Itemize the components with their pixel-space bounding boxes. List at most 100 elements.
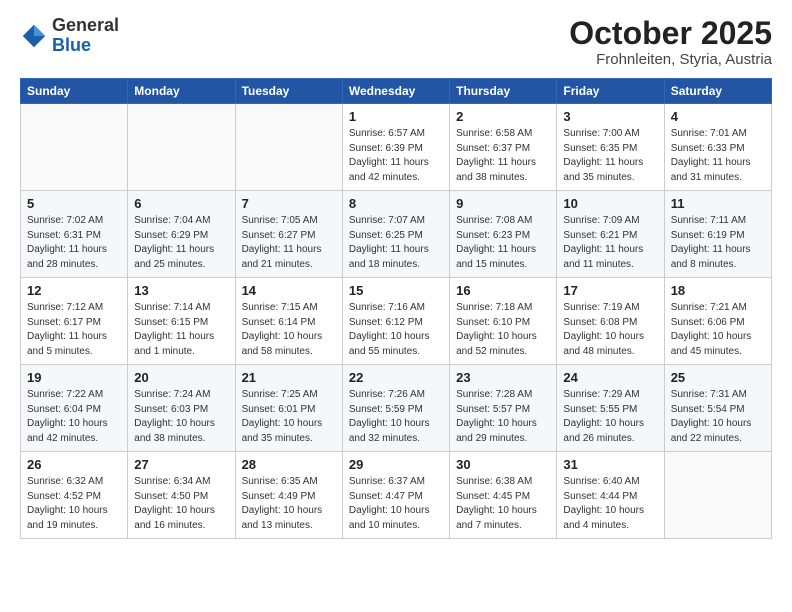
calendar-cell: 21 Sunrise: 7:25 AM Sunset: 6:01 PM Dayli… [235, 365, 342, 452]
day-number: 2 [456, 109, 550, 124]
calendar-cell: 22 Sunrise: 7:26 AM Sunset: 5:59 PM Dayli… [342, 365, 449, 452]
day-info: Sunrise: 6:32 AM Sunset: 4:52 PM Dayligh… [27, 475, 121, 533]
day-info: Sunrise: 7:00 AM Sunset: 6:35 PM Dayligh… [563, 127, 657, 185]
day-headers-row: SundayMondayTuesdayWednesdayThursdayFrid… [21, 79, 772, 104]
calendar-cell: 18 Sunrise: 7:21 AM Sunset: 6:06 PM Dayli… [664, 278, 771, 365]
page: General Blue October 2025 Frohnleiten, S… [0, 0, 792, 555]
calendar-cell [128, 104, 235, 191]
day-number: 22 [349, 370, 443, 385]
week-row-4: 19 Sunrise: 7:22 AM Sunset: 6:04 PM Dayli… [21, 365, 772, 452]
day-number: 29 [349, 457, 443, 472]
calendar-cell: 11 Sunrise: 7:11 AM Sunset: 6:19 PM Dayli… [664, 191, 771, 278]
calendar-cell: 19 Sunrise: 7:22 AM Sunset: 6:04 PM Dayli… [21, 365, 128, 452]
day-number: 9 [456, 196, 550, 211]
day-number: 11 [671, 196, 765, 211]
calendar-cell: 29 Sunrise: 6:37 AM Sunset: 4:47 PM Dayli… [342, 452, 449, 539]
calendar-cell: 6 Sunrise: 7:04 AM Sunset: 6:29 PM Daylig… [128, 191, 235, 278]
day-info: Sunrise: 7:22 AM Sunset: 6:04 PM Dayligh… [27, 388, 121, 446]
calendar-cell: 3 Sunrise: 7:00 AM Sunset: 6:35 PM Daylig… [557, 104, 664, 191]
day-number: 12 [27, 283, 121, 298]
day-header-sunday: Sunday [21, 79, 128, 104]
day-number: 30 [456, 457, 550, 472]
day-number: 6 [134, 196, 228, 211]
day-header-monday: Monday [128, 79, 235, 104]
day-info: Sunrise: 7:28 AM Sunset: 5:57 PM Dayligh… [456, 388, 550, 446]
day-info: Sunrise: 7:19 AM Sunset: 6:08 PM Dayligh… [563, 301, 657, 359]
calendar-cell: 23 Sunrise: 7:28 AM Sunset: 5:57 PM Dayli… [450, 365, 557, 452]
day-number: 14 [242, 283, 336, 298]
day-info: Sunrise: 7:11 AM Sunset: 6:19 PM Dayligh… [671, 214, 765, 272]
day-number: 24 [563, 370, 657, 385]
day-header-friday: Friday [557, 79, 664, 104]
day-info: Sunrise: 6:57 AM Sunset: 6:39 PM Dayligh… [349, 127, 443, 185]
day-number: 17 [563, 283, 657, 298]
day-info: Sunrise: 6:34 AM Sunset: 4:50 PM Dayligh… [134, 475, 228, 533]
day-info: Sunrise: 7:26 AM Sunset: 5:59 PM Dayligh… [349, 388, 443, 446]
day-info: Sunrise: 6:38 AM Sunset: 4:45 PM Dayligh… [456, 475, 550, 533]
calendar-cell: 14 Sunrise: 7:15 AM Sunset: 6:14 PM Dayli… [235, 278, 342, 365]
day-info: Sunrise: 7:21 AM Sunset: 6:06 PM Dayligh… [671, 301, 765, 359]
week-row-5: 26 Sunrise: 6:32 AM Sunset: 4:52 PM Dayli… [21, 452, 772, 539]
day-number: 7 [242, 196, 336, 211]
title-block: October 2025 Frohnleiten, Styria, Austri… [569, 16, 772, 68]
day-header-tuesday: Tuesday [235, 79, 342, 104]
day-number: 20 [134, 370, 228, 385]
calendar-cell: 10Sunrise: 7:09 AM Sunset: 6:21 PM Dayli… [557, 191, 664, 278]
day-header-saturday: Saturday [664, 79, 771, 104]
day-number: 5 [27, 196, 121, 211]
calendar-cell: 4 Sunrise: 7:01 AM Sunset: 6:33 PM Daylig… [664, 104, 771, 191]
day-info: Sunrise: 7:16 AM Sunset: 6:12 PM Dayligh… [349, 301, 443, 359]
calendar-cell: 9Sunrise: 7:08 AM Sunset: 6:23 PM Daylig… [450, 191, 557, 278]
logo-icon [20, 22, 48, 50]
day-info: Sunrise: 7:25 AM Sunset: 6:01 PM Dayligh… [242, 388, 336, 446]
day-info: Sunrise: 7:24 AM Sunset: 6:03 PM Dayligh… [134, 388, 228, 446]
calendar-cell: 7 Sunrise: 7:05 AM Sunset: 6:27 PM Daylig… [235, 191, 342, 278]
day-info: Sunrise: 7:12 AM Sunset: 6:17 PM Dayligh… [27, 301, 121, 359]
day-info: Sunrise: 6:37 AM Sunset: 4:47 PM Dayligh… [349, 475, 443, 533]
day-number: 19 [27, 370, 121, 385]
day-number: 21 [242, 370, 336, 385]
calendar-cell [235, 104, 342, 191]
day-info: Sunrise: 7:04 AM Sunset: 6:29 PM Dayligh… [134, 214, 228, 272]
week-row-1: 1Sunrise: 6:57 AM Sunset: 6:39 PM Daylig… [21, 104, 772, 191]
day-number: 3 [563, 109, 657, 124]
calendar-cell: 8Sunrise: 7:07 AM Sunset: 6:25 PM Daylig… [342, 191, 449, 278]
calendar-cell: 27Sunrise: 6:34 AM Sunset: 4:50 PM Dayli… [128, 452, 235, 539]
day-number: 23 [456, 370, 550, 385]
day-info: Sunrise: 7:02 AM Sunset: 6:31 PM Dayligh… [27, 214, 121, 272]
calendar-cell: 24 Sunrise: 7:29 AM Sunset: 5:55 PM Dayli… [557, 365, 664, 452]
day-info: Sunrise: 7:09 AM Sunset: 6:21 PM Dayligh… [563, 214, 657, 272]
day-info: Sunrise: 7:15 AM Sunset: 6:14 PM Dayligh… [242, 301, 336, 359]
calendar-subtitle: Frohnleiten, Styria, Austria [569, 51, 772, 68]
day-number: 28 [242, 457, 336, 472]
calendar-cell: 25 Sunrise: 7:31 AM Sunset: 5:54 PM Dayli… [664, 365, 771, 452]
calendar-cell: 13Sunrise: 7:14 AM Sunset: 6:15 PM Dayli… [128, 278, 235, 365]
day-header-wednesday: Wednesday [342, 79, 449, 104]
day-number: 13 [134, 283, 228, 298]
logo-general: General [52, 16, 119, 36]
day-info: Sunrise: 7:01 AM Sunset: 6:33 PM Dayligh… [671, 127, 765, 185]
day-number: 18 [671, 283, 765, 298]
day-info: Sunrise: 7:29 AM Sunset: 5:55 PM Dayligh… [563, 388, 657, 446]
day-number: 25 [671, 370, 765, 385]
calendar-table: SundayMondayTuesdayWednesdayThursdayFrid… [20, 78, 772, 539]
day-info: Sunrise: 6:58 AM Sunset: 6:37 PM Dayligh… [456, 127, 550, 185]
calendar-cell: 5 Sunrise: 7:02 AM Sunset: 6:31 PM Daylig… [21, 191, 128, 278]
day-info: Sunrise: 6:35 AM Sunset: 4:49 PM Dayligh… [242, 475, 336, 533]
calendar-cell: 12 Sunrise: 7:12 AM Sunset: 6:17 PM Dayli… [21, 278, 128, 365]
day-info: Sunrise: 7:18 AM Sunset: 6:10 PM Dayligh… [456, 301, 550, 359]
calendar-title: October 2025 [569, 16, 772, 51]
day-number: 26 [27, 457, 121, 472]
calendar-cell: 20 Sunrise: 7:24 AM Sunset: 6:03 PM Dayli… [128, 365, 235, 452]
day-info: Sunrise: 7:05 AM Sunset: 6:27 PM Dayligh… [242, 214, 336, 272]
logo-text: General Blue [52, 16, 119, 56]
calendar-cell: 28 Sunrise: 6:35 AM Sunset: 4:49 PM Dayli… [235, 452, 342, 539]
day-info: Sunrise: 7:31 AM Sunset: 5:54 PM Dayligh… [671, 388, 765, 446]
header: General Blue October 2025 Frohnleiten, S… [20, 16, 772, 68]
calendar-cell: 2 Sunrise: 6:58 AM Sunset: 6:37 PM Daylig… [450, 104, 557, 191]
calendar-cell: 30 Sunrise: 6:38 AM Sunset: 4:45 PM Dayli… [450, 452, 557, 539]
calendar-cell: 1Sunrise: 6:57 AM Sunset: 6:39 PM Daylig… [342, 104, 449, 191]
calendar-cell: 31Sunrise: 6:40 AM Sunset: 4:44 PM Dayli… [557, 452, 664, 539]
day-number: 4 [671, 109, 765, 124]
calendar-cell: 26 Sunrise: 6:32 AM Sunset: 4:52 PM Dayli… [21, 452, 128, 539]
